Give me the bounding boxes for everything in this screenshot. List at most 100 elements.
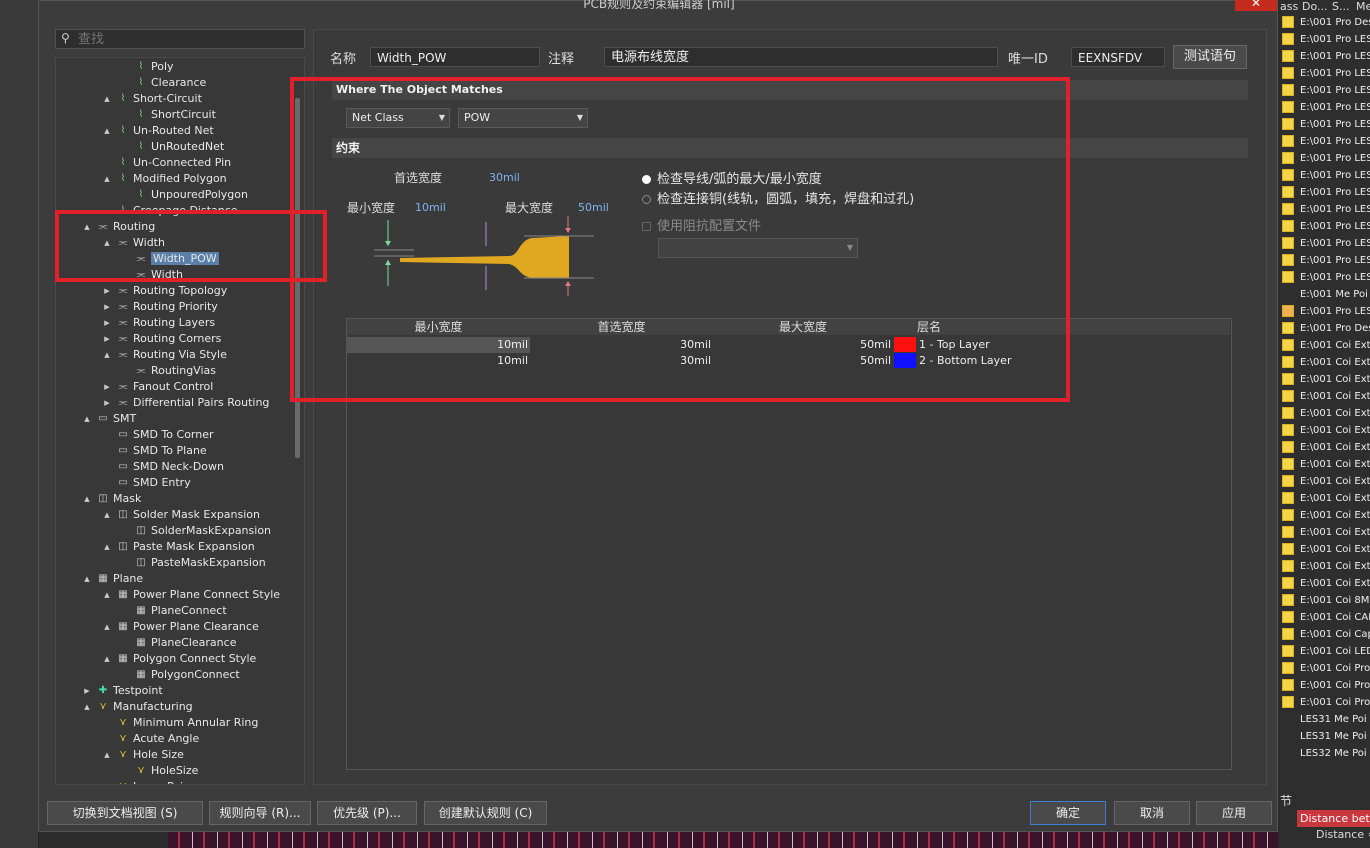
tree-node[interactable]: ▦ PlaneClearance (134, 635, 236, 651)
tree-node[interactable]: ▲ ⋎ Manufacturing (84, 699, 192, 715)
expand-icon[interactable]: ▶ (102, 315, 112, 331)
doc-view-button[interactable]: 切换到文档视图 (S) (47, 801, 203, 825)
tree-node[interactable]: ▲ ▭ SMT (84, 411, 136, 427)
tree-node[interactable]: ▲ ▦ Power Plane Clearance (104, 619, 258, 635)
file-row[interactable]: E:\001 Coi Ext (1282, 575, 1370, 592)
collapse-icon[interactable]: ▲ (102, 123, 112, 139)
expand-icon[interactable]: ▶ (102, 331, 112, 347)
file-row[interactable]: E:\001 Pro LES (1282, 82, 1370, 99)
tree-node[interactable]: ▶ ⫘ Fanout Control (104, 379, 213, 395)
file-row[interactable]: E:\001 Coi CAI (1282, 609, 1370, 626)
tree-node[interactable]: ▶ ⫘ Routing Corners (104, 331, 221, 347)
expand-icon[interactable]: ▶ (102, 395, 112, 411)
expand-icon[interactable]: ▶ (102, 283, 112, 299)
ok-button[interactable]: 确定 (1030, 801, 1106, 825)
file-row[interactable]: E:\001 Coi Ext (1282, 405, 1370, 422)
collapse-icon[interactable]: ▲ (102, 91, 112, 107)
file-row[interactable]: E:\001 Coi Ext (1282, 388, 1370, 405)
priority-button[interactable]: 优先级 (P)... (317, 801, 417, 825)
rule-wizard-button[interactable]: 规则向导 (R)... (209, 801, 311, 825)
file-row[interactable]: E:\001 Pro LES (1282, 65, 1370, 82)
tree-node[interactable]: ⫘ RoutingVias (134, 363, 217, 379)
tree-node[interactable]: ▭ SMD To Plane (116, 443, 206, 459)
collapse-icon[interactable]: ▲ (102, 507, 112, 523)
tree-node[interactable]: ▭ SMD Neck-Down (116, 459, 224, 475)
tree-node[interactable]: ⌇ Poly (134, 59, 174, 75)
file-row[interactable]: E:\001 Pro LES (1282, 31, 1370, 48)
tree-node[interactable]: ▲ ◫ Solder Mask Expansion (104, 507, 260, 523)
file-column-header[interactable]: S... (1332, 0, 1349, 13)
file-row[interactable]: E:\001 Coi Ext (1282, 337, 1370, 354)
collapse-icon[interactable]: ▲ (102, 171, 112, 187)
file-row[interactable]: E:\001 Coi 8M (1282, 592, 1369, 609)
tree-node[interactable]: ⋎ Acute Angle (116, 731, 199, 747)
file-row[interactable]: E:\001 Coi Ext (1282, 524, 1370, 541)
distance-property[interactable]: Distance betw (1297, 810, 1370, 827)
collapse-icon[interactable]: ▲ (102, 347, 112, 363)
file-row[interactable]: E:\001 Coi Ext (1282, 371, 1370, 388)
tree-node[interactable]: ▲ ▦ Polygon Connect Style (104, 651, 256, 667)
tree-node[interactable]: ▭ SMD Entry (116, 475, 190, 491)
collapse-icon[interactable]: ▲ (102, 651, 112, 667)
file-row[interactable]: E:\001 Coi Ext (1282, 456, 1370, 473)
apply-button[interactable]: 应用 (1196, 801, 1272, 825)
collapse-icon[interactable]: ▲ (102, 539, 112, 555)
file-row[interactable]: E:\001 Coi Pro (1282, 677, 1370, 694)
tree-node[interactable]: ▲ ⌇ Modified Polygon (104, 171, 226, 187)
file-row[interactable]: E:\001 Coi Pro (1282, 694, 1370, 711)
tree-node[interactable]: ⌇ Clearance (134, 75, 207, 91)
tree-node[interactable]: ▶ ✚ Testpoint (84, 683, 162, 699)
file-row[interactable]: E:\001 Pro LES (1282, 201, 1370, 218)
tree-node[interactable]: ▶ ⫘ Routing Priority (104, 299, 218, 315)
name-field[interactable]: Width_POW (370, 47, 540, 67)
collapse-icon[interactable]: ▲ (102, 619, 112, 635)
tree-node[interactable]: ▲ ⫘ Routing Via Style (104, 347, 227, 363)
tree-node[interactable]: ▭ SMD To Corner (116, 427, 213, 443)
collapse-icon[interactable]: ▲ (82, 491, 92, 507)
file-row[interactable]: LES31 Me Poi (1282, 711, 1367, 728)
file-row[interactable]: E:\001 Pro LES (1282, 48, 1370, 65)
tree-node[interactable]: ⌇ ShortCircuit (134, 107, 216, 123)
file-row[interactable]: E:\001 Pro LES (1282, 269, 1370, 286)
create-default-rules-button[interactable]: 创建默认规则 (C) (424, 801, 547, 825)
search-box[interactable]: ⚲ (55, 29, 305, 49)
file-row[interactable]: E:\001 Coi Ext (1282, 507, 1370, 524)
file-row[interactable]: E:\001 Pro Des (1282, 14, 1370, 31)
file-row[interactable]: E:\001 Pro LES (1282, 150, 1370, 167)
file-row[interactable]: E:\001 Coi Ext (1282, 473, 1370, 490)
file-row[interactable]: E:\001 Pro LES (1282, 218, 1370, 235)
tree-node[interactable]: ▶ ⫘ Routing Topology (104, 283, 227, 299)
rule-tree[interactable]: ⌇ Poly ⌇ Clearance ▲ ⌇ Short-Circuit ⌇ ShortCirc… (55, 57, 305, 785)
comment-field[interactable]: 电源布线宽度 (604, 47, 998, 67)
file-row[interactable]: E:\001 Pro LES (1282, 99, 1370, 116)
test-query-button[interactable]: 测试语句 (1173, 45, 1247, 69)
file-column-header[interactable]: ass (1280, 0, 1298, 13)
collapse-icon[interactable]: ▲ (102, 747, 112, 763)
file-row[interactable]: E:\001 Coi Pro (1282, 660, 1370, 677)
tree-node[interactable]: ◫ SolderMaskExpansion (134, 523, 271, 539)
tree-node[interactable]: ⌇ UnpouredPolygon (134, 187, 248, 203)
tree-node[interactable]: ◫ PasteMaskExpansion (134, 555, 265, 571)
file-row[interactable]: E:\001 Pro LES (1282, 303, 1370, 320)
collapse-icon[interactable]: ▲ (82, 571, 92, 587)
collapse-icon[interactable]: ▲ (102, 587, 112, 603)
expand-icon[interactable]: ▶ (82, 683, 92, 699)
tree-node[interactable]: ▦ PolygonConnect (134, 667, 239, 683)
file-column-header[interactable]: Me (1356, 0, 1370, 13)
file-row[interactable]: E:\001 Coi Ext (1282, 490, 1370, 507)
tree-node[interactable]: ▶ ⫘ Differential Pairs Routing (104, 395, 269, 411)
collapse-icon[interactable]: ▲ (82, 699, 92, 715)
file-row[interactable]: E:\001 Coi LED (1282, 643, 1370, 660)
tree-node[interactable]: ▲ ▦ Plane (84, 571, 143, 587)
close-button[interactable]: ✕ (1235, 0, 1277, 11)
cancel-button[interactable]: 取消 (1114, 801, 1190, 825)
file-row[interactable]: E:\001 Coi Ext (1282, 541, 1370, 558)
tree-node[interactable]: ▲ ⋎ Hole Size (104, 747, 184, 763)
search-input[interactable] (78, 30, 298, 48)
tree-node[interactable]: ▲ ⌇ Un-Routed Net (104, 123, 213, 139)
expand-icon[interactable]: ▶ (102, 379, 112, 395)
file-row[interactable]: E:\001 Coi Ext (1282, 354, 1370, 371)
tree-node[interactable]: ⋎ HoleSize (134, 763, 198, 779)
file-row[interactable]: E:\001 Pro LES (1282, 252, 1370, 269)
tree-node[interactable]: ▲ ◫ Mask (84, 491, 141, 507)
